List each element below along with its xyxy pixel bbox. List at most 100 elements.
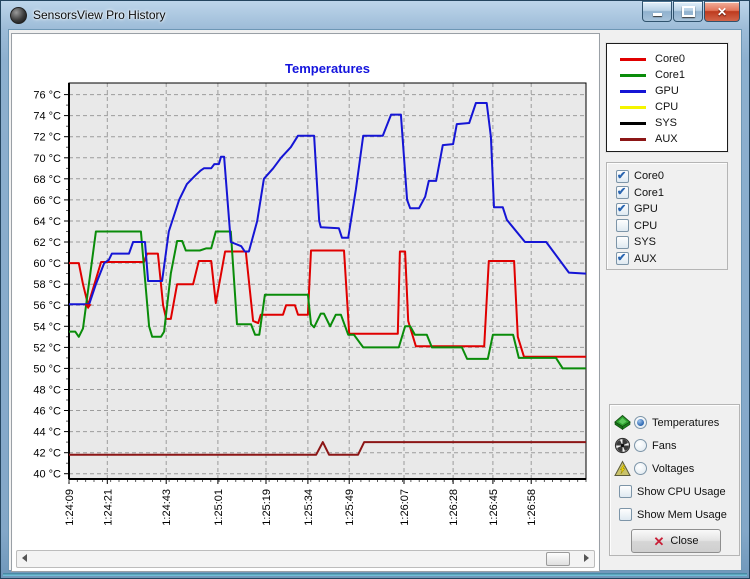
checkbox-icon[interactable] (616, 219, 629, 233)
app-window: SensorsView Pro History ✕ 76 °C 74 °C 72 °… (0, 0, 750, 579)
maximize-button[interactable] (673, 1, 703, 22)
window-content: 76 °C 74 °C 72 °C 70 °C 68 °C 66 °C 64 °C 62 °C… (8, 29, 742, 572)
svg-text:1:26:58: 1:26:58 (526, 489, 538, 526)
radio-voltages[interactable]: Voltages (610, 457, 739, 480)
legend-label: SYS (655, 117, 678, 129)
svg-text:60 °C: 60 °C (33, 258, 61, 270)
svg-text:40 °C: 40 °C (33, 469, 61, 481)
aux-line-swatch (620, 137, 646, 141)
core0-line-swatch (620, 57, 646, 61)
svg-text:50 °C: 50 °C (33, 363, 61, 375)
svg-text:1:24:43: 1:24:43 (161, 489, 173, 526)
close-button-label: Close (670, 535, 699, 547)
checkbox-icon[interactable] (616, 169, 629, 183)
svg-text:Temperatures: Temperatures (285, 61, 370, 76)
svg-text:1:25:49: 1:25:49 (344, 489, 356, 526)
close-window-icon: ✕ (716, 4, 728, 19)
legend-label: Core0 (655, 53, 685, 65)
mode-options-panel: Temperatures Fans Voltages Show CPU Usag… (609, 404, 740, 556)
title-bar[interactable]: SensorsView Pro History ✕ (1, 1, 749, 29)
checkbox-label: Core1 (634, 186, 664, 199)
cpu-line-swatch (620, 105, 646, 109)
svg-text:48 °C: 48 °C (33, 385, 61, 397)
svg-text:1:25:34: 1:25:34 (303, 489, 315, 526)
legend-item: Core1 (607, 67, 727, 83)
series-toggle-panel: Core0 Core1 GPU CPU SYS AUX (606, 162, 728, 270)
checkbox-label: SYS (634, 236, 657, 249)
fan-icon (614, 437, 631, 454)
svg-text:1:26:45: 1:26:45 (488, 489, 500, 526)
radio-label: Temperatures (652, 416, 720, 429)
checkbox-label: CPU (634, 219, 658, 232)
legend-label: Core1 (655, 69, 685, 81)
svg-text:42 °C: 42 °C (33, 448, 61, 460)
radio-label: Voltages (652, 462, 695, 475)
svg-text:64 °C: 64 °C (33, 216, 61, 228)
close-window-button[interactable]: ✕ (704, 1, 740, 22)
checkbox-label: GPU (634, 203, 658, 216)
svg-text:54 °C: 54 °C (33, 321, 61, 333)
legend-item: Core0 (607, 51, 727, 67)
close-x-icon: ✕ (653, 533, 665, 549)
sys-line-swatch (620, 121, 646, 125)
radio-temperatures[interactable]: Temperatures (610, 405, 739, 434)
gpu-line-swatch (620, 89, 646, 93)
checkbox-label: AUX (634, 252, 657, 265)
svg-text:56 °C: 56 °C (33, 300, 61, 312)
radio-icon[interactable] (634, 416, 647, 429)
scroll-right-icon (584, 554, 589, 562)
svg-text:66 °C: 66 °C (33, 195, 61, 207)
legend-item: SYS (607, 115, 727, 131)
legend-label: CPU (655, 101, 679, 113)
svg-text:1:26:07: 1:26:07 (399, 489, 411, 526)
legend-label: AUX (655, 133, 678, 145)
checkbox-icon[interactable] (616, 235, 629, 249)
svg-text:72 °C: 72 °C (33, 132, 61, 144)
series-checkbox-aux[interactable]: AUX (607, 251, 727, 268)
series-checkbox-core1[interactable]: Core1 (607, 185, 727, 202)
checkbox-show-mem-usage[interactable]: Show Mem Usage (610, 503, 739, 526)
checkbox-show-cpu-usage[interactable]: Show CPU Usage (610, 480, 739, 503)
svg-text:1:25:19: 1:25:19 (261, 489, 273, 526)
series-checkbox-cpu[interactable]: CPU (607, 218, 727, 235)
chart-legend: Core0 Core1 GPU CPU SYS AUX (606, 43, 728, 152)
scroll-right-button[interactable] (579, 551, 594, 565)
svg-text:74 °C: 74 °C (33, 111, 61, 123)
chart-panel: 76 °C 74 °C 72 °C 70 °C 68 °C 66 °C 64 °C 62 °C… (11, 33, 600, 572)
checkbox-icon[interactable] (616, 185, 629, 200)
radio-icon[interactable] (634, 439, 647, 452)
series-checkbox-sys[interactable]: SYS (607, 234, 727, 251)
chip-icon (614, 414, 631, 431)
series-checkbox-gpu[interactable]: GPU (607, 201, 727, 218)
scroll-left-button[interactable] (17, 551, 32, 565)
series-checkbox-core0[interactable]: Core0 (607, 168, 727, 185)
app-icon (10, 6, 27, 24)
scroll-left-icon (22, 554, 27, 562)
voltage-icon (614, 460, 631, 476)
svg-text:58 °C: 58 °C (33, 279, 61, 291)
temperature-chart: 76 °C 74 °C 72 °C 70 °C 68 °C 66 °C 64 °C 62 °C… (33, 61, 587, 526)
horizontal-scrollbar[interactable] (16, 550, 595, 568)
legend-item: AUX (607, 131, 727, 147)
checkbox-icon[interactable] (616, 251, 629, 266)
legend-item: CPU (607, 99, 727, 115)
minimize-icon (652, 13, 662, 16)
checkbox-label: Show Mem Usage (637, 508, 727, 521)
checkbox-icon[interactable] (616, 202, 629, 216)
svg-text:46 °C: 46 °C (33, 406, 61, 418)
close-button[interactable]: ✕ Close (631, 529, 721, 553)
checkbox-label: Show CPU Usage (637, 485, 726, 498)
scrollbar-thumb[interactable] (546, 552, 570, 566)
svg-text:1:26:28: 1:26:28 (448, 489, 460, 526)
checkbox-icon[interactable] (619, 508, 632, 521)
svg-text:44 °C: 44 °C (33, 427, 61, 439)
checkbox-icon[interactable] (619, 485, 632, 498)
radio-label: Fans (652, 439, 677, 452)
svg-text:1:25:01: 1:25:01 (213, 489, 225, 526)
radio-fans[interactable]: Fans (610, 434, 739, 457)
checkbox-label: Core0 (634, 170, 664, 183)
svg-text:52 °C: 52 °C (33, 342, 61, 354)
core1-line-swatch (620, 73, 646, 77)
minimize-button[interactable] (642, 1, 672, 22)
radio-icon[interactable] (634, 462, 647, 475)
